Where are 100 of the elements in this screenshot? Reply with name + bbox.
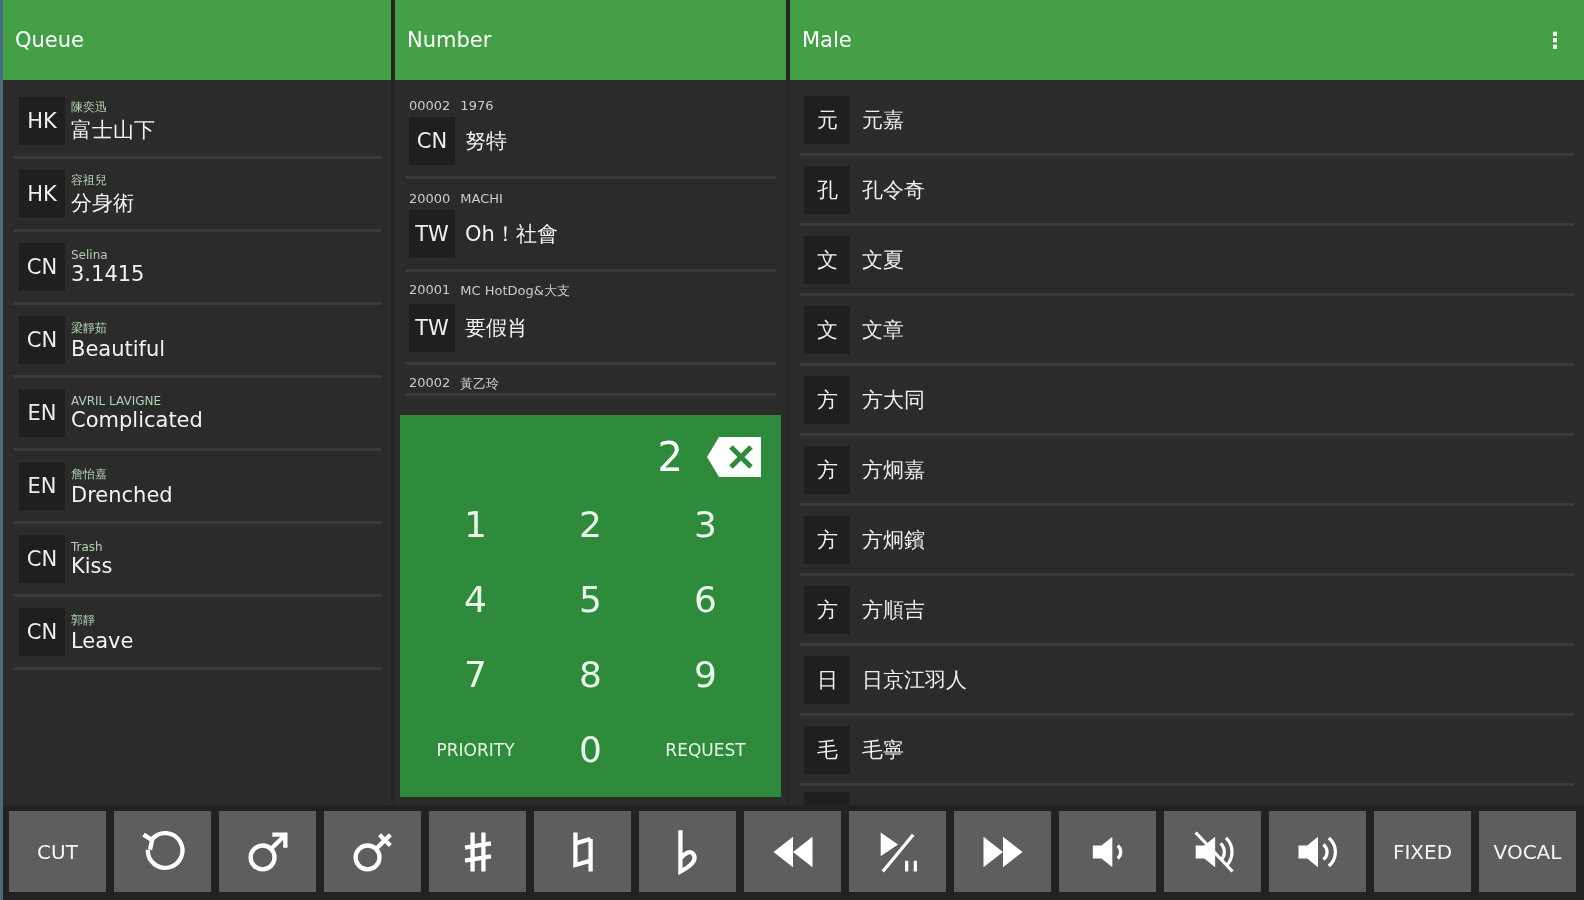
singer-item[interactable]: 方 方炯鑌	[800, 506, 1574, 576]
initial-tag: 方	[804, 585, 850, 634]
song-title: Kiss	[71, 554, 113, 578]
singer-item[interactable]: 文 文夏	[800, 226, 1574, 296]
song-title: Leave	[71, 628, 134, 653]
keypad-key[interactable]: 2	[533, 487, 648, 562]
keypad-key[interactable]: 5	[533, 562, 648, 637]
singer-item[interactable]: 方 方順吉	[800, 576, 1574, 646]
toolbar-button[interactable]: CUT	[9, 811, 106, 892]
forward-button[interactable]	[954, 811, 1051, 892]
artist-name: MACHI	[460, 190, 503, 206]
queue-item[interactable]: HK 容祖兒 分身術	[13, 159, 381, 232]
singer-item[interactable]: 毛 毛寧	[800, 716, 1574, 786]
song-title: Complicated	[71, 408, 203, 432]
artist-name: 容祖兒	[71, 171, 108, 189]
singer-name: 日京江羽人	[862, 666, 967, 694]
keypad-key[interactable]: 1	[418, 487, 533, 562]
song-number: 00002	[409, 97, 451, 113]
singer-item[interactable]: 日 日京江羽人	[800, 646, 1574, 716]
keypad-display: 2	[657, 434, 683, 480]
initial-tag: 方	[804, 375, 850, 424]
song-number: 20001	[409, 282, 451, 299]
toolbar-button[interactable]: FIXED	[1374, 811, 1471, 892]
artist-name: MC HotDog&大支	[460, 282, 570, 300]
song-title: 努特	[465, 127, 507, 155]
sharp-button[interactable]	[429, 811, 526, 892]
keypad-key[interactable]: 7	[418, 637, 533, 712]
toolbar-button[interactable]: VOCAL	[1479, 811, 1576, 892]
song-title: 富士山下	[71, 116, 155, 144]
voldown-button[interactable]	[1059, 811, 1156, 892]
artist-name: 梁靜茹	[71, 319, 108, 337]
keypad-key[interactable]: 4	[418, 562, 533, 637]
song-item[interactable]: 20000 MACHI TW Oh！社會	[405, 179, 776, 272]
artist-name: 詹怡嘉	[71, 465, 108, 483]
language-tag: HK	[19, 97, 65, 145]
mute-button[interactable]	[1164, 811, 1261, 892]
initial-tag: 毛	[804, 725, 850, 774]
language-tag: EN	[19, 389, 65, 437]
language-tag: TW	[409, 304, 455, 352]
keypad-key[interactable]: PRIORITY	[418, 712, 533, 787]
song-title: 3.1415	[71, 262, 145, 286]
language-tag: CN	[409, 116, 455, 165]
song-number: 20002	[409, 375, 451, 392]
initial-tag: 孔	[804, 165, 850, 214]
artist-name: AVRIL LAVIGNE	[71, 394, 163, 408]
initial-tag: 文	[804, 305, 850, 354]
song-title: Beautiful	[71, 336, 166, 361]
flat-button[interactable]	[639, 811, 736, 892]
keypad-key[interactable]: REQUEST	[648, 712, 763, 787]
singer-name: 方炯鑌	[862, 526, 925, 554]
song-title: Oh！社會	[465, 220, 558, 248]
male-button[interactable]	[219, 811, 316, 892]
keypad-key[interactable]: 0	[533, 712, 648, 787]
language-tag: HK	[19, 170, 65, 218]
language-tag: CN	[19, 243, 65, 291]
song-title: 分身術	[71, 189, 134, 217]
language-tag: EN	[19, 462, 65, 510]
singer-name: 方炯嘉	[862, 456, 925, 484]
keypad-key[interactable]: 9	[648, 637, 763, 712]
singer-item[interactable]: 孔 孔令奇	[800, 156, 1574, 226]
replay-button[interactable]	[114, 811, 211, 892]
natural-button[interactable]	[534, 811, 631, 892]
artist-name: 1976	[460, 97, 494, 113]
song-item[interactable]: 20002 黃乙玲	[405, 365, 776, 396]
header-title: Male	[802, 28, 852, 52]
singer-name: 方大同	[862, 386, 925, 414]
singer-item[interactable]: 文 文章	[800, 296, 1574, 366]
song-title: Drenched	[71, 482, 173, 507]
singer-name: 方順吉	[862, 596, 925, 624]
singer-item[interactable]: 方 方大同	[800, 366, 1574, 436]
initial-tag: 元	[804, 95, 850, 144]
artist-name: Selina	[71, 248, 109, 262]
header-title: Queue	[15, 28, 84, 52]
language-tag: CN	[19, 316, 65, 364]
song-title: 要假肖	[465, 315, 528, 342]
language-tag: CN	[19, 608, 65, 656]
playpause-button[interactable]	[849, 811, 946, 892]
song-item[interactable]: 20001 MC HotDog&大支 TW 要假肖	[405, 272, 776, 365]
rewind-button[interactable]	[744, 811, 841, 892]
initial-tag: 日	[804, 655, 850, 704]
keypad-key[interactable]: 8	[533, 637, 648, 712]
singer-item[interactable]: 方 方炯嘉	[800, 436, 1574, 506]
singer-item[interactable]: 元 元嘉	[800, 86, 1574, 156]
initial-tag: 方	[804, 515, 850, 564]
song-item[interactable]: 00002 1976 CN 努特	[405, 86, 776, 179]
language-tag: CN	[19, 535, 65, 583]
keypad-key[interactable]: 3	[648, 487, 763, 562]
artist-name: 郭靜	[71, 611, 96, 629]
queue-item[interactable]: HK 陳奕迅 富士山下	[13, 86, 381, 159]
singer-name: 毛寧	[862, 736, 904, 764]
singer-name: 元嘉	[862, 106, 904, 134]
volup-button[interactable]	[1269, 811, 1366, 892]
artist-name: 黃乙玲	[460, 375, 500, 393]
header-title: Number	[407, 28, 492, 52]
singer-name: 文夏	[862, 246, 904, 274]
artist-name: 陳奕迅	[71, 98, 108, 116]
backspace-icon[interactable]	[705, 435, 763, 479]
singer-name: 孔令奇	[862, 176, 925, 204]
keypad-key[interactable]: 6	[648, 562, 763, 637]
language-tag: TW	[409, 209, 455, 258]
